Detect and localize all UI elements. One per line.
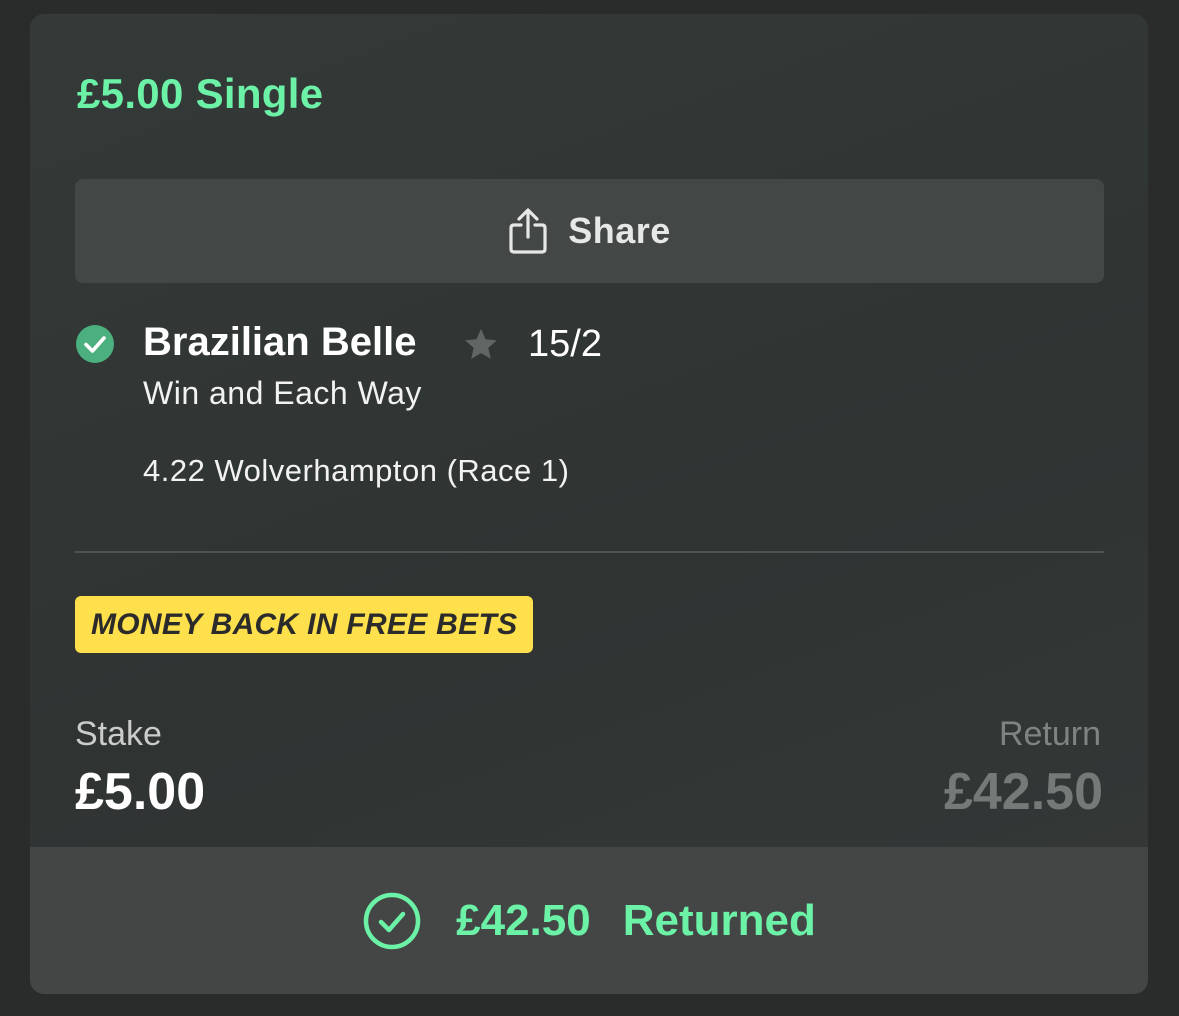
selection-market: Win and Each Way [143, 375, 422, 411]
share-button[interactable]: Share [75, 179, 1104, 283]
returned-status-bar: £42.50 Returned [30, 847, 1148, 994]
promo-badge: MONEY BACK IN FREE BETS [75, 596, 534, 653]
divider [75, 551, 1104, 553]
star-icon[interactable] [462, 326, 500, 364]
return-value: £42.50 [943, 763, 1103, 821]
selection-odds: 15/2 [528, 323, 602, 365]
stake-value: £5.00 [75, 763, 206, 821]
stake-label: Stake [75, 715, 162, 753]
returned-status: Returned [622, 895, 816, 945]
returned-amount: £42.50 [456, 895, 591, 945]
bet-title: £5.00 Single [77, 70, 324, 117]
check-circle-icon [76, 325, 114, 363]
event-name: 4.22 Wolverhampton (Race 1) [143, 453, 570, 488]
check-circle-outline-icon [363, 892, 421, 949]
selection-name: Brazilian Belle [143, 320, 417, 364]
promo-badge-text: MONEY BACK IN FREE BETS [91, 607, 518, 641]
bet-card: £5.00 Single Share Brazilian Belle 15/2 … [30, 14, 1148, 994]
share-icon [509, 208, 547, 254]
return-label: Return [998, 715, 1101, 753]
share-label: Share [568, 210, 671, 251]
